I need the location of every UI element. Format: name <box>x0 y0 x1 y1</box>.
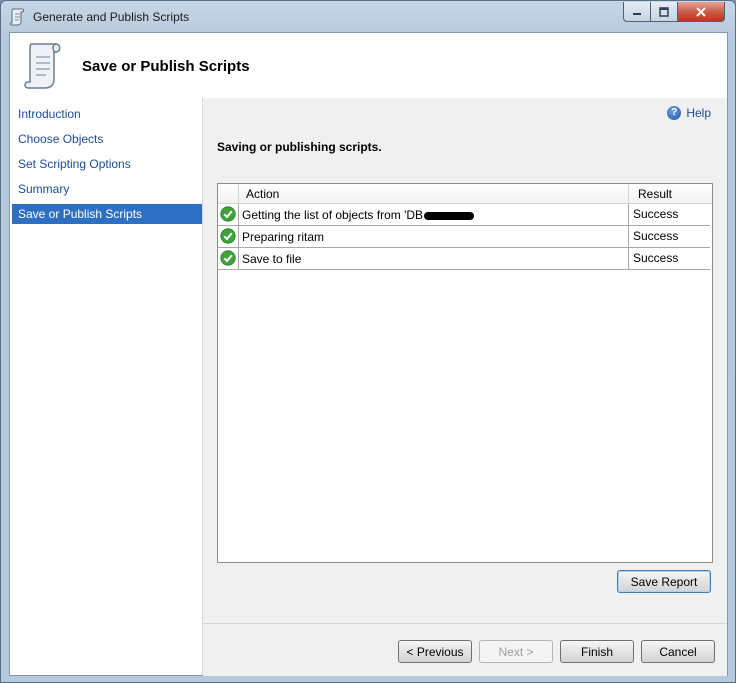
nav-item-set-scripting-options[interactable]: Set Scripting Options <box>12 154 202 174</box>
next-button[interactable]: Next > <box>479 640 553 663</box>
dialog-client: Save or Publish Scripts Introduction Cho… <box>9 32 728 676</box>
previous-button[interactable]: < Previous <box>398 640 472 663</box>
nav-item-choose-objects[interactable]: Choose Objects <box>12 129 202 149</box>
main-panel: ? Help Saving or publishing scripts. Act… <box>203 98 727 623</box>
script-icon <box>10 8 24 26</box>
page-subtitle: Saving or publishing scripts. <box>217 140 382 154</box>
table-row[interactable]: Preparing ritam Success <box>218 226 710 248</box>
maximize-button[interactable] <box>650 2 678 22</box>
status-cell <box>218 248 239 269</box>
column-separator <box>238 184 239 203</box>
result-cell: Success <box>628 204 710 225</box>
column-header-result[interactable]: Result <box>638 187 672 201</box>
help-link[interactable]: ? Help <box>667 106 711 120</box>
scroll-icon <box>24 43 61 89</box>
close-button[interactable] <box>677 2 725 22</box>
dialog-window: Generate and Publish Scripts Save or Pub… <box>0 0 736 683</box>
success-check-icon <box>220 206 236 222</box>
result-cell: Success <box>628 226 710 247</box>
maximize-icon <box>659 6 669 17</box>
table-row[interactable]: Save to file Success <box>218 248 710 270</box>
success-check-icon <box>220 250 236 266</box>
status-cell <box>218 204 239 225</box>
cancel-button[interactable]: Cancel <box>641 640 715 663</box>
table-row[interactable]: Getting the list of objects from 'DB Suc… <box>218 204 710 226</box>
action-cell: Preparing ritam <box>242 230 325 244</box>
close-icon <box>696 6 706 17</box>
title-bar[interactable]: Generate and Publish Scripts <box>1 1 735 33</box>
grid-header: Action Result <box>218 184 712 204</box>
results-grid[interactable]: Action Result Getting the list of object… <box>217 183 713 563</box>
status-cell <box>218 226 239 247</box>
nav-item-save-or-publish-scripts[interactable]: Save or Publish Scripts <box>12 204 202 224</box>
action-cell: Save to file <box>242 252 302 266</box>
column-header-action[interactable]: Action <box>246 187 279 201</box>
help-label: Help <box>686 106 711 120</box>
column-separator <box>628 184 629 203</box>
minimize-button[interactable] <box>623 2 651 22</box>
wizard-footer: < Previous Next > Finish Cancel <box>203 623 727 676</box>
save-report-button[interactable]: Save Report <box>617 570 711 593</box>
wizard-navigation: Introduction Choose Objects Set Scriptin… <box>10 98 202 675</box>
action-text: Getting the list of objects from 'DB <box>242 208 424 222</box>
finish-button[interactable]: Finish <box>560 640 634 663</box>
minimize-icon <box>633 12 641 15</box>
page-title: Save or Publish Scripts <box>82 58 250 75</box>
nav-item-introduction[interactable]: Introduction <box>12 104 202 124</box>
nav-item-summary[interactable]: Summary <box>12 179 202 199</box>
redacted-mark <box>424 211 475 220</box>
page-header: Save or Publish Scripts <box>10 33 727 97</box>
help-icon: ? <box>667 106 682 120</box>
window-title: Generate and Publish Scripts <box>33 10 190 24</box>
action-cell: Getting the list of objects from 'DB <box>242 208 475 222</box>
success-check-icon <box>220 228 236 244</box>
result-cell: Success <box>628 248 710 269</box>
